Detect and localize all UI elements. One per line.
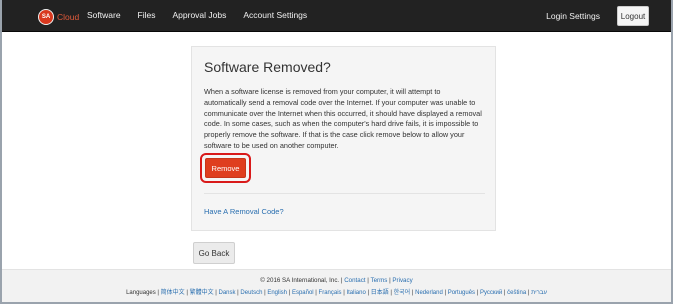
footer-link-contact[interactable]: Contact <box>344 277 365 284</box>
language-link[interactable]: 日本語 <box>371 290 389 296</box>
panel-title: Software Removed? <box>204 59 331 75</box>
language-link[interactable]: Italiano <box>346 290 365 296</box>
nav-link-software[interactable]: Software <box>87 10 121 20</box>
brand-logo-link[interactable]: SA Cloud <box>38 8 79 26</box>
login-settings-link[interactable]: Login Settings <box>546 11 600 21</box>
sa-logo-icon: SA <box>38 9 54 25</box>
panel-body-text: When a software license is removed from … <box>204 87 482 150</box>
nav-link-approval-jobs[interactable]: Approval Jobs <box>173 10 227 20</box>
top-navbar: SA Cloud Software Files Approval Jobs Ac… <box>0 0 673 32</box>
have-removal-code-link[interactable]: Have A Removal Code? <box>204 207 284 216</box>
copyright-text: © 2016 SA International, Inc. | <box>260 277 343 284</box>
nav-link-files[interactable]: Files <box>138 10 156 20</box>
language-link[interactable]: Português <box>448 290 475 296</box>
nav-link-account-settings[interactable]: Account Settings <box>243 10 307 20</box>
nav-right: Login Settings Logout <box>546 6 649 26</box>
language-link[interactable]: čeština <box>507 290 526 296</box>
language-link[interactable]: Français <box>319 290 342 296</box>
language-link[interactable]: Nederland <box>415 290 443 296</box>
language-link[interactable]: עברית <box>531 290 547 296</box>
language-link[interactable]: 简体中文 <box>161 290 185 296</box>
footer-languages-line: Languages | 简体中文 | 繁體中文 | Dansk | Deutsc… <box>126 290 547 296</box>
language-link[interactable]: Dansk <box>219 290 236 296</box>
language-link[interactable]: Español <box>292 290 314 296</box>
language-link[interactable]: 한국어 <box>394 290 411 296</box>
footer: © 2016 SA International, Inc. | Contact … <box>0 269 673 302</box>
footer-link-terms[interactable]: Terms <box>370 277 387 284</box>
nav-links: Software Files Approval Jobs Account Set… <box>87 10 324 20</box>
remove-button[interactable]: Remove <box>205 158 246 178</box>
panel-divider <box>204 193 485 194</box>
footer-link-privacy[interactable]: Privacy <box>392 277 412 284</box>
language-link[interactable]: Русский <box>480 290 502 296</box>
footer-copyright-line: © 2016 SA International, Inc. | Contact … <box>260 277 413 284</box>
logout-button[interactable]: Logout <box>617 6 649 26</box>
language-link[interactable]: 繁體中文 <box>190 290 214 296</box>
languages-label: Languages | <box>126 290 159 296</box>
remove-button-highlight: Remove <box>200 153 251 183</box>
go-back-button[interactable]: Go Back <box>193 242 235 264</box>
software-removed-panel: Software Removed? When a software licens… <box>191 46 496 231</box>
language-link[interactable]: English <box>267 290 287 296</box>
language-link[interactable]: Deutsch <box>240 290 262 296</box>
brand-text: Cloud <box>57 12 80 22</box>
